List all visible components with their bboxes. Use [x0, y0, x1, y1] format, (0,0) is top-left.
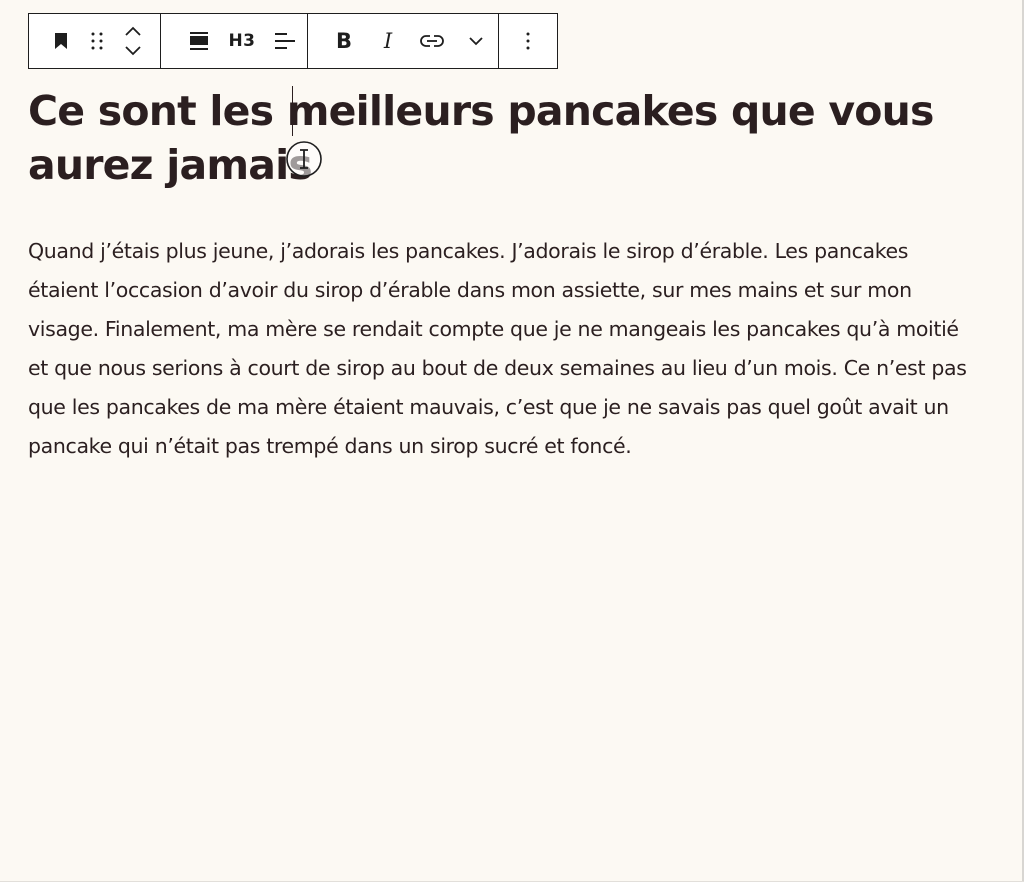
- block-toolbar-group-layout: H3: [161, 14, 308, 68]
- move-block-buttons[interactable]: [115, 21, 151, 61]
- block-type-button[interactable]: [43, 21, 79, 61]
- block-toolbar-group-format: B I: [308, 14, 499, 68]
- chevron-down-icon[interactable]: [125, 46, 141, 56]
- paragraph-block[interactable]: Quand j’étais plus jeune, j’adorais les …: [28, 232, 978, 466]
- chevron-down-icon: [469, 36, 483, 45]
- more-formats-button[interactable]: [454, 21, 498, 61]
- block-toolbar-group-block: [29, 14, 161, 68]
- italic-label: I: [383, 29, 393, 53]
- block-toolbar: H3 B I: [28, 13, 558, 69]
- text-align-button[interactable]: [264, 21, 307, 61]
- align-wide-icon: [189, 32, 208, 50]
- heading-level-button[interactable]: H3: [220, 21, 263, 61]
- bold-label: B: [335, 29, 352, 53]
- heading-level-label: H3: [228, 31, 256, 51]
- options-button[interactable]: [508, 21, 548, 61]
- drag-handle-button[interactable]: [79, 21, 115, 61]
- block-toolbar-group-options: [499, 14, 557, 68]
- link-button[interactable]: [410, 21, 454, 61]
- vertical-ellipsis-icon: [526, 32, 530, 50]
- link-icon: [420, 35, 444, 47]
- heading-block[interactable]: Ce sont les meilleurs pancakes que vous …: [28, 84, 988, 192]
- text-align-icon: [275, 33, 296, 49]
- drag-handle-icon: [91, 32, 103, 50]
- text-caret: [292, 86, 293, 136]
- bold-button[interactable]: B: [322, 21, 366, 61]
- bookmark-icon: [55, 33, 67, 49]
- mouse-cursor-icon: [286, 141, 322, 177]
- chevron-up-icon[interactable]: [125, 26, 141, 36]
- italic-button[interactable]: I: [366, 21, 410, 61]
- align-button[interactable]: [177, 21, 220, 61]
